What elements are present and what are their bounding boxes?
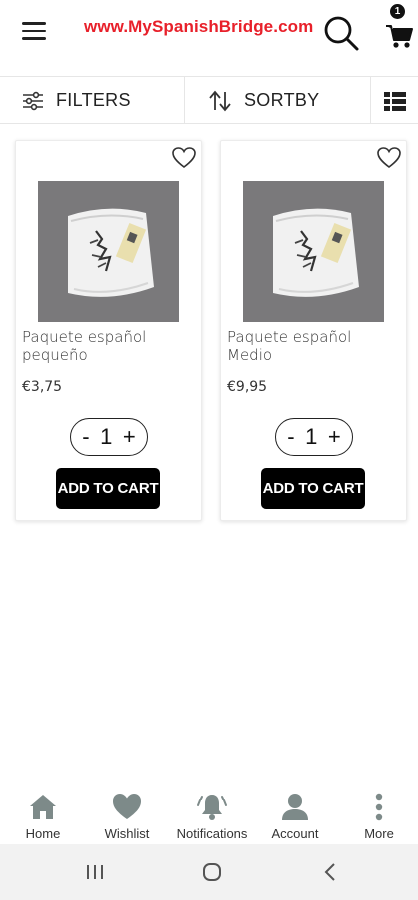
hamburger-icon: [22, 22, 46, 25]
recent-apps-icon: [87, 865, 103, 879]
product-name: Paquete español pequeño: [22, 328, 147, 364]
nav-notifications[interactable]: Notifications: [168, 786, 256, 844]
back-button[interactable]: [320, 861, 342, 888]
quantity-value: 1: [305, 424, 318, 449]
nav-notifications-label: Notifications: [176, 826, 248, 841]
sliders-icon: [23, 91, 43, 110]
product-name: Paquete español Medio: [227, 328, 352, 364]
list-view-icon: [384, 92, 406, 111]
product-card[interactable]: Paquete español Medio €9,95 - 1 + ADD TO…: [220, 140, 407, 521]
decrease-quantity-button[interactable]: -: [287, 426, 294, 448]
quantity-stepper: - 1 +: [275, 418, 353, 456]
quantity-stepper: - 1 +: [70, 418, 148, 456]
sortby-label: SORTBY: [244, 90, 320, 110]
home-circle-icon: [203, 863, 221, 881]
nav-wishlist[interactable]: Wishlist: [98, 786, 156, 844]
product-image[interactable]: [243, 181, 384, 322]
layout-toggle-button[interactable]: [384, 91, 406, 111]
nav-more-label: More: [364, 826, 394, 841]
add-to-cart-button[interactable]: ADD TO CART: [56, 468, 160, 509]
nav-account[interactable]: Account: [266, 786, 324, 844]
nav-wishlist-label: Wishlist: [104, 826, 150, 841]
decrease-quantity-button[interactable]: -: [82, 426, 89, 448]
heart-outline-icon: [172, 147, 196, 169]
nav-home[interactable]: Home: [18, 786, 68, 844]
filters-label: FILTERS: [56, 90, 131, 110]
sort-arrows-icon: [209, 90, 231, 111]
search-button[interactable]: [322, 14, 360, 52]
system-navigation-bar: [0, 844, 418, 900]
nav-more[interactable]: More: [358, 786, 400, 844]
filter-sort-toolbar: FILTERS SORTBY: [0, 76, 418, 124]
increase-quantity-button[interactable]: +: [123, 426, 136, 448]
person-icon: [282, 794, 308, 820]
product-price: €3,75: [22, 379, 63, 395]
sortby-button[interactable]: SORTBY: [186, 77, 371, 124]
bottom-navigation: Home Wishlist Notifications Account More: [0, 786, 418, 844]
cart-count-badge: 1: [390, 4, 405, 19]
home-icon: [30, 795, 56, 819]
wishlist-toggle-button[interactable]: [376, 146, 402, 170]
product-price: €9,95: [227, 379, 268, 395]
site-title: www.MySpanishBridge.com: [84, 17, 314, 36]
quantity-value: 1: [100, 424, 113, 449]
heart-icon: [113, 794, 141, 819]
add-to-cart-button[interactable]: ADD TO CART: [261, 468, 365, 509]
nav-home-label: Home: [25, 826, 61, 841]
wishlist-toggle-button[interactable]: [171, 146, 197, 170]
home-system-button[interactable]: [201, 861, 223, 888]
back-chevron-icon: [324, 863, 335, 881]
search-icon: [324, 16, 359, 51]
app-header: www.MySpanishBridge.com 1: [0, 0, 418, 64]
nav-account-label: Account: [271, 826, 319, 841]
increase-quantity-button[interactable]: +: [328, 426, 341, 448]
bell-icon: [197, 795, 227, 820]
menu-button[interactable]: [22, 22, 46, 42]
product-image[interactable]: [38, 181, 179, 322]
heart-outline-icon: [377, 147, 401, 169]
recent-apps-button[interactable]: [84, 861, 106, 888]
product-card[interactable]: Paquete español pequeño €3,75 - 1 + ADD …: [15, 140, 202, 521]
more-vertical-icon: [375, 793, 383, 821]
filters-button[interactable]: FILTERS: [0, 77, 185, 124]
